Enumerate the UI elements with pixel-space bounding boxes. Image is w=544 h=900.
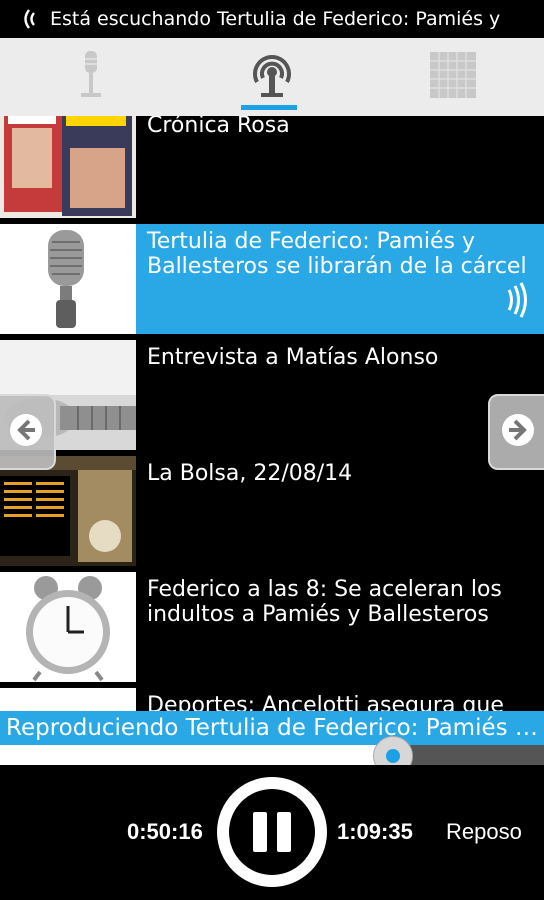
now-playing-waves-icon bbox=[506, 282, 532, 324]
seek-thumb-dot bbox=[386, 749, 400, 763]
tab-microphone[interactable] bbox=[0, 38, 181, 116]
calendar-icon bbox=[429, 52, 476, 102]
list-item[interactable]: Deportes: Ancelotti asegura que Di bbox=[0, 688, 544, 712]
total-time: 1:09:35 bbox=[337, 819, 413, 844]
podcast-list: Crónica Rosa Tertulia de Federico: Pamié… bbox=[0, 116, 544, 712]
thumbnail-microphone bbox=[0, 224, 136, 334]
microphone-icon bbox=[76, 49, 106, 105]
tab-bar bbox=[0, 38, 544, 116]
list-item[interactable]: La Bolsa, 22/08/14 bbox=[0, 456, 544, 566]
pause-button[interactable] bbox=[217, 777, 327, 887]
seek-bar[interactable] bbox=[0, 736, 544, 776]
item-title: Entrevista a Matías Alonso bbox=[136, 340, 544, 450]
item-title: Crónica Rosa bbox=[136, 116, 544, 218]
list-item[interactable]: Federico a las 8: Se aceleran los indult… bbox=[0, 572, 544, 682]
thumbnail-alarm-clock bbox=[0, 572, 136, 682]
item-title: Deportes: Ancelotti asegura que Di bbox=[136, 688, 544, 712]
elapsed-time: 0:50:16 bbox=[127, 819, 203, 844]
previous-arrow-button[interactable] bbox=[0, 394, 56, 470]
tab-calendar[interactable] bbox=[362, 38, 543, 116]
thumbnail-magazines bbox=[0, 116, 136, 218]
thumbnail-blank bbox=[0, 688, 136, 712]
thumbnail-stock-board bbox=[0, 456, 136, 566]
next-arrow-button[interactable] bbox=[488, 394, 544, 470]
podcast-icon bbox=[248, 49, 296, 105]
list-item[interactable]: Entrevista a Matías Alonso bbox=[0, 340, 544, 450]
list-item[interactable]: Crónica Rosa bbox=[0, 116, 544, 218]
notification-text: Está escuchando Tertulia de Federico: Pa… bbox=[50, 8, 501, 30]
notification-bar: Está escuchando Tertulia de Federico: Pa… bbox=[0, 0, 544, 38]
pause-icon bbox=[229, 789, 315, 875]
arrow-left-icon bbox=[8, 412, 44, 452]
player-controls: 0:50:16 1:09:35 Reposo bbox=[0, 765, 544, 900]
tab-selected-indicator bbox=[241, 105, 297, 110]
sleep-button[interactable]: Reposo bbox=[446, 819, 522, 845]
item-title: Tertulia de Federico: Pamiés y Ballester… bbox=[136, 224, 544, 334]
tab-podcast[interactable] bbox=[181, 38, 362, 116]
item-title-text: Tertulia de Federico: Pamiés y Ballester… bbox=[147, 229, 527, 279]
broadcast-waves-icon bbox=[18, 8, 40, 30]
list-item-active[interactable]: Tertulia de Federico: Pamiés y Ballester… bbox=[0, 224, 544, 334]
arrow-right-icon bbox=[500, 412, 536, 452]
item-title: La Bolsa, 22/08/14 bbox=[136, 456, 544, 566]
now-playing-title: Reproduciendo Tertulia de Federico: Pami… bbox=[0, 711, 544, 745]
item-title: Federico a las 8: Se aceleran los indult… bbox=[136, 572, 544, 682]
seek-bar-remaining bbox=[393, 745, 544, 765]
